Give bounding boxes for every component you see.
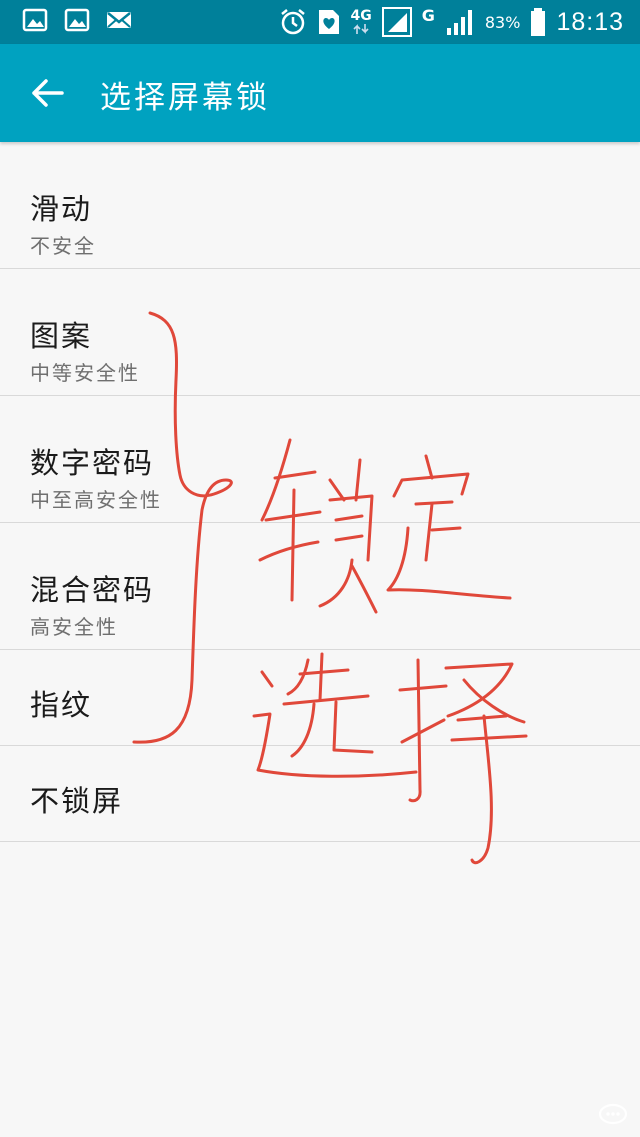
back-button[interactable] xyxy=(22,69,74,117)
system-status-icons: 4G G 83% 18:13 xyxy=(279,0,625,44)
chat-bubble-icon xyxy=(598,1103,628,1125)
lock-option-title: 数字密码 xyxy=(30,446,155,480)
lock-option-title: 滑动 xyxy=(30,192,93,226)
lock-option-fingerprint[interactable]: 指纹 xyxy=(0,650,640,746)
back-arrow-icon xyxy=(32,79,64,107)
lock-option-security: 中等安全性 xyxy=(30,361,140,385)
status-bar: 4G G 83% 18:13 xyxy=(0,0,640,44)
lock-option-title: 图案 xyxy=(30,319,93,353)
heart-file-icon xyxy=(318,10,339,34)
watermark-logo xyxy=(598,1103,628,1127)
app-bar: 选择屏幕锁 xyxy=(0,44,640,142)
lock-option-pin[interactable]: 数字密码 中至高安全性 xyxy=(0,396,640,523)
gallery-icon xyxy=(22,8,48,32)
lock-option-pattern[interactable]: 图案 中等安全性 xyxy=(0,269,640,396)
lock-option-security: 不安全 xyxy=(30,234,96,258)
battery-percent: 83% xyxy=(484,12,521,32)
network-4g-indicator: 4G xyxy=(351,9,372,35)
notification-icons xyxy=(22,8,132,32)
signal-icon xyxy=(381,7,412,37)
alarm-icon xyxy=(280,9,305,35)
battery-icon xyxy=(531,8,546,36)
gallery-icon xyxy=(64,8,90,32)
lock-option-none[interactable]: 不锁屏 xyxy=(0,746,640,842)
network-g-label: G xyxy=(421,5,435,25)
clock: 18:13 xyxy=(556,7,624,36)
lock-option-security: 中至高安全性 xyxy=(30,488,162,512)
lock-option-title: 混合密码 xyxy=(30,573,155,607)
mail-icon xyxy=(107,12,131,28)
screen-lock-options-list: 滑动 不安全 图案 中等安全性 数字密码 中至高安全性 混合密码 高安全性 指纹… xyxy=(0,142,640,842)
network-4g-label: 4G xyxy=(350,8,372,24)
lock-option-title: 指纹 xyxy=(30,688,93,722)
lock-option-swipe[interactable]: 滑动 不安全 xyxy=(0,142,640,269)
lock-option-password[interactable]: 混合密码 高安全性 xyxy=(0,523,640,650)
lock-option-title: 不锁屏 xyxy=(30,784,124,818)
signal-bars-icon xyxy=(446,10,472,35)
lock-option-security: 高安全性 xyxy=(30,615,118,639)
data-arrows-icon xyxy=(353,24,369,34)
page-title: 选择屏幕锁 xyxy=(100,80,270,116)
